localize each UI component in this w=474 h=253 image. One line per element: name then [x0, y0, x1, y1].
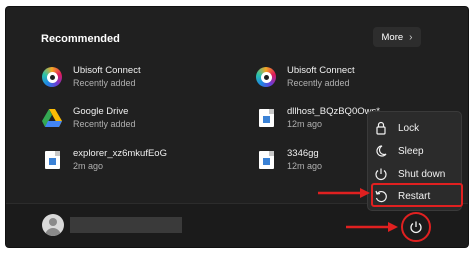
menu-item-sleep[interactable]: Sleep [374, 140, 424, 162]
item-subtitle: Recently added [73, 119, 136, 129]
power-button[interactable] [401, 212, 431, 242]
google-drive-icon [41, 107, 63, 129]
user-name-redacted[interactable] [70, 217, 182, 233]
item-name: Ubisoft Connect [73, 65, 141, 76]
item-name: 3346gg [287, 148, 319, 159]
start-menu: Recommended More › Ubisoft Connect Recen… [6, 7, 468, 247]
ubisoft-connect-icon [41, 66, 63, 88]
recommended-item[interactable]: explorer_xz6mkufEoG 2m ago [41, 148, 167, 172]
ubisoft-connect-icon [255, 66, 277, 88]
image-file-icon [255, 149, 277, 171]
item-subtitle: 2m ago [73, 161, 104, 171]
lock-icon [376, 121, 386, 135]
menu-label: Sleep [398, 145, 424, 157]
item-subtitle: Recently added [73, 78, 136, 88]
restart-highlight [371, 183, 463, 207]
arrow-icon [318, 188, 370, 198]
power-icon [375, 168, 387, 181]
item-subtitle: Recently added [287, 78, 350, 88]
power-icon [410, 221, 422, 234]
item-name: Ubisoft Connect [287, 65, 355, 76]
recommended-item[interactable]: Ubisoft Connect Recently added [41, 65, 141, 89]
recommended-item[interactable]: Google Drive Recently added [41, 106, 136, 130]
item-subtitle: 12m ago [287, 119, 323, 129]
image-file-icon [41, 149, 63, 171]
arrow-icon [346, 222, 398, 232]
image-file-icon [255, 107, 277, 129]
chevron-right-icon: › [409, 31, 413, 43]
more-label: More [381, 31, 404, 43]
recommended-item[interactable]: Ubisoft Connect Recently added [255, 65, 355, 89]
item-name: Google Drive [73, 106, 129, 117]
menu-label: Lock [398, 122, 420, 134]
item-subtitle: 12m ago [287, 161, 323, 171]
menu-label: Shut down [398, 168, 446, 180]
item-name: dllhost_BQzBQ0Ows* [287, 106, 380, 117]
menu-item-lock[interactable]: Lock [374, 117, 419, 139]
item-name: explorer_xz6mkufEoG [73, 148, 167, 159]
recommended-title: Recommended [41, 33, 120, 45]
recommended-item[interactable]: 3346gg 12m ago [255, 148, 322, 172]
menu-item-shut-down[interactable]: Shut down [374, 163, 445, 185]
more-button[interactable]: More › [373, 27, 421, 47]
recommended-item[interactable]: dllhost_BQzBQ0Ows* 12m ago [255, 106, 380, 130]
avatar[interactable] [42, 214, 64, 236]
moon-icon [376, 145, 387, 157]
